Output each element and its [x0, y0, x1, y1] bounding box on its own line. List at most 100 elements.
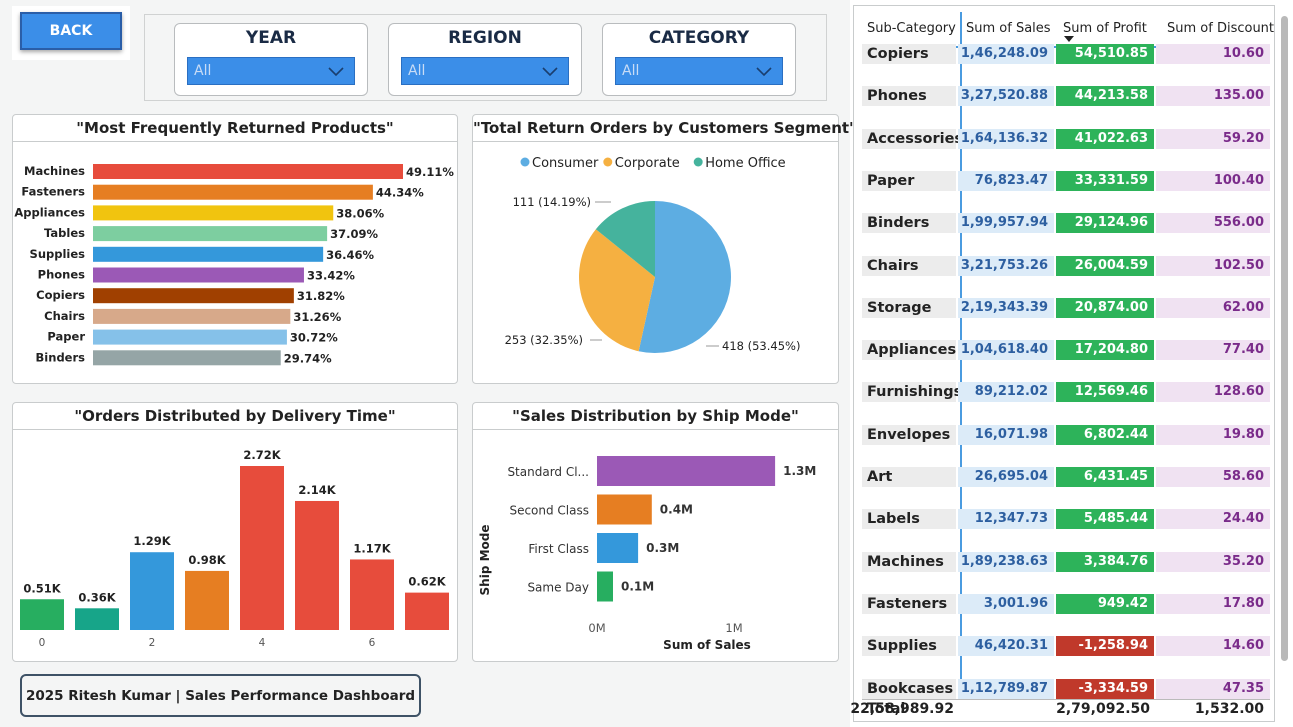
header-subcategory[interactable]: Sub-Category: [867, 21, 956, 36]
discount-cell: 77.40: [1156, 340, 1270, 361]
sales-cell: 76,823.47: [958, 170, 1054, 191]
table-row[interactable]: Fasteners 3,001.96 949.42 17.80: [862, 593, 1270, 636]
category-label: Standard Cl...: [507, 465, 589, 479]
year-dropdown[interactable]: All: [187, 57, 355, 85]
x-axis-title: Sum of Sales: [663, 638, 751, 652]
category-slicer-title: CATEGORY: [648, 28, 750, 48]
tick-label: 2: [149, 637, 156, 649]
category-label: Supplies: [30, 247, 86, 261]
table-row[interactable]: Supplies 46,420.31 -1,258.94 14.60: [862, 636, 1270, 678]
scrollbar-thumb[interactable]: [1281, 16, 1288, 661]
bar: [597, 494, 652, 525]
year-slicer: YEAR All: [174, 23, 368, 96]
category-label: Chairs: [44, 309, 85, 323]
table-row[interactable]: Machines 1,89,238.63 3,384.76 35.20: [862, 551, 1270, 594]
sort-descending-icon: [1064, 36, 1074, 42]
profit-cell: 26,004.59: [1056, 255, 1154, 276]
data-label: 1.3M: [783, 464, 816, 478]
tick-label: 0: [39, 637, 46, 649]
legend-marker: [520, 157, 530, 167]
profit-cell: 6,431.45: [1056, 467, 1154, 487]
profit-cell: 29,124.96: [1056, 213, 1154, 234]
profit-cell: 20,874.00: [1056, 297, 1154, 318]
table-row[interactable]: Binders 1,99,957.94 29,124.96 556.00: [862, 213, 1270, 255]
subcategory-cell: Appliances: [862, 340, 956, 361]
delivery-time-chart: 0.51K 0 0.36K 1.29K 2 0.98K 2.72K 4 2.14K 1.17K 6 0…: [20, 448, 449, 649]
table-row[interactable]: Chairs 3,21,753.26 26,004.59 102.50: [862, 255, 1270, 298]
slice-label: 111 (14.19%): [513, 195, 591, 209]
bar: [597, 456, 776, 486]
customer-segment-chart: Consumer Corporate Home Office 418 (53.45%)…: [505, 156, 800, 353]
category-label: First Class: [528, 542, 589, 556]
back-button[interactable]: BACK: [20, 12, 122, 50]
table-total-row: Total 22,58,989.92 2,79,092.50 1,532.00: [850, 699, 1270, 721]
bar: [405, 592, 449, 630]
profit-cell: -1,258.94: [1056, 636, 1154, 657]
sales-cell: 1,89,238.63: [958, 551, 1054, 572]
ship-mode-title: "Sales Distribution by Ship Mode": [473, 403, 838, 430]
discount-cell: 128.60: [1156, 382, 1270, 403]
table-row[interactable]: Paper 76,823.47 33,331.59 100.40: [862, 170, 1270, 213]
bar: [295, 500, 339, 630]
discount-cell: 59.20: [1156, 128, 1270, 149]
chevron-down-icon: [328, 67, 344, 77]
header-discount[interactable]: Sum of Discount: [1167, 21, 1274, 36]
table-row[interactable]: Accessories 1,64,136.32 41,022.63 59.20: [862, 128, 1270, 171]
chevron-down-icon: [542, 67, 558, 77]
bar: [597, 533, 639, 563]
table-row[interactable]: Labels 12,347.73 5,485.44 24.40: [862, 509, 1270, 551]
chevron-down-icon: [756, 67, 772, 77]
bar: [93, 350, 281, 366]
subcategory-cell: Paper: [862, 170, 956, 191]
category-slicer: CATEGORY All: [602, 23, 796, 96]
data-label: 0.62K: [408, 575, 446, 589]
table-row[interactable]: Furnishings 89,212.02 12,569.46 128.60: [862, 382, 1270, 424]
category-label: Appliances: [14, 205, 85, 219]
legend-marker: [603, 157, 613, 167]
data-label: 29.74%: [284, 351, 332, 365]
subcategory-cell: Binders: [862, 213, 956, 234]
discount-cell: 556.00: [1156, 213, 1270, 234]
subcategory-cell: Machines: [862, 551, 956, 572]
subcategory-cell: Furnishings: [862, 382, 962, 403]
table-row[interactable]: Envelopes 16,071.98 6,802.44 19.80: [862, 424, 1270, 467]
legend-label: Corporate: [615, 156, 680, 171]
table-row[interactable]: Storage 2,19,343.39 20,874.00 62.00: [862, 297, 1270, 340]
sales-cell: 3,21,753.26: [958, 255, 1054, 276]
ship-mode-card: "Sales Distribution by Ship Mode" Standa…: [472, 402, 839, 662]
header-profit[interactable]: Sum of Profit: [1063, 21, 1147, 36]
region-dropdown[interactable]: All: [401, 57, 569, 85]
subcategory-cell: Fasteners: [862, 593, 956, 614]
discount-cell: 135.00: [1156, 86, 1270, 107]
data-label: 2.72K: [243, 448, 281, 462]
table-row[interactable]: Copiers 1,46,248.09 54,510.85 10.60: [862, 44, 1270, 86]
discount-cell: 10.60: [1156, 44, 1270, 64]
subcategory-cell: Copiers: [862, 44, 956, 64]
table-header: Sub-Category Sum of Sales Sum of Profit …: [862, 12, 1274, 48]
discount-cell: 14.60: [1156, 636, 1270, 657]
returned-products-chart: Machines 49.11% Fasteners 44.34% Appliances 3…: [14, 164, 454, 366]
subcategory-cell: Bookcases: [862, 678, 956, 699]
table-row[interactable]: Appliances 1,04,618.40 17,204.80 77.40: [862, 340, 1270, 382]
category-label: Copiers: [36, 288, 85, 302]
category-label: Machines: [24, 164, 85, 178]
subcategory-cell: Supplies: [862, 636, 956, 657]
discount-cell: 17.80: [1156, 593, 1270, 614]
table-row[interactable]: Art 26,695.04 6,431.45 58.60: [862, 467, 1270, 509]
total-profit: 2,79,092.50: [1056, 701, 1150, 717]
bar: [93, 246, 324, 262]
table-scrollbar[interactable]: [1280, 10, 1289, 720]
bar: [93, 267, 304, 283]
table-row[interactable]: Phones 3,27,520.88 44,213.58 135.00: [862, 86, 1270, 128]
data-label: 0.51K: [23, 581, 61, 595]
sales-cell: 46,420.31: [958, 636, 1054, 657]
profit-cell: 12,569.46: [1056, 382, 1154, 403]
header-sales[interactable]: Sum of Sales: [966, 21, 1051, 36]
bar: [597, 571, 613, 602]
legend-marker: [693, 157, 703, 167]
footer-credit: 2025 Ritesh Kumar | Sales Performance Da…: [20, 674, 421, 717]
data-label: 44.34%: [376, 186, 424, 200]
profit-cell: 3,384.76: [1056, 551, 1154, 572]
category-dropdown[interactable]: All: [615, 57, 783, 85]
legend-label: Consumer: [532, 156, 599, 171]
